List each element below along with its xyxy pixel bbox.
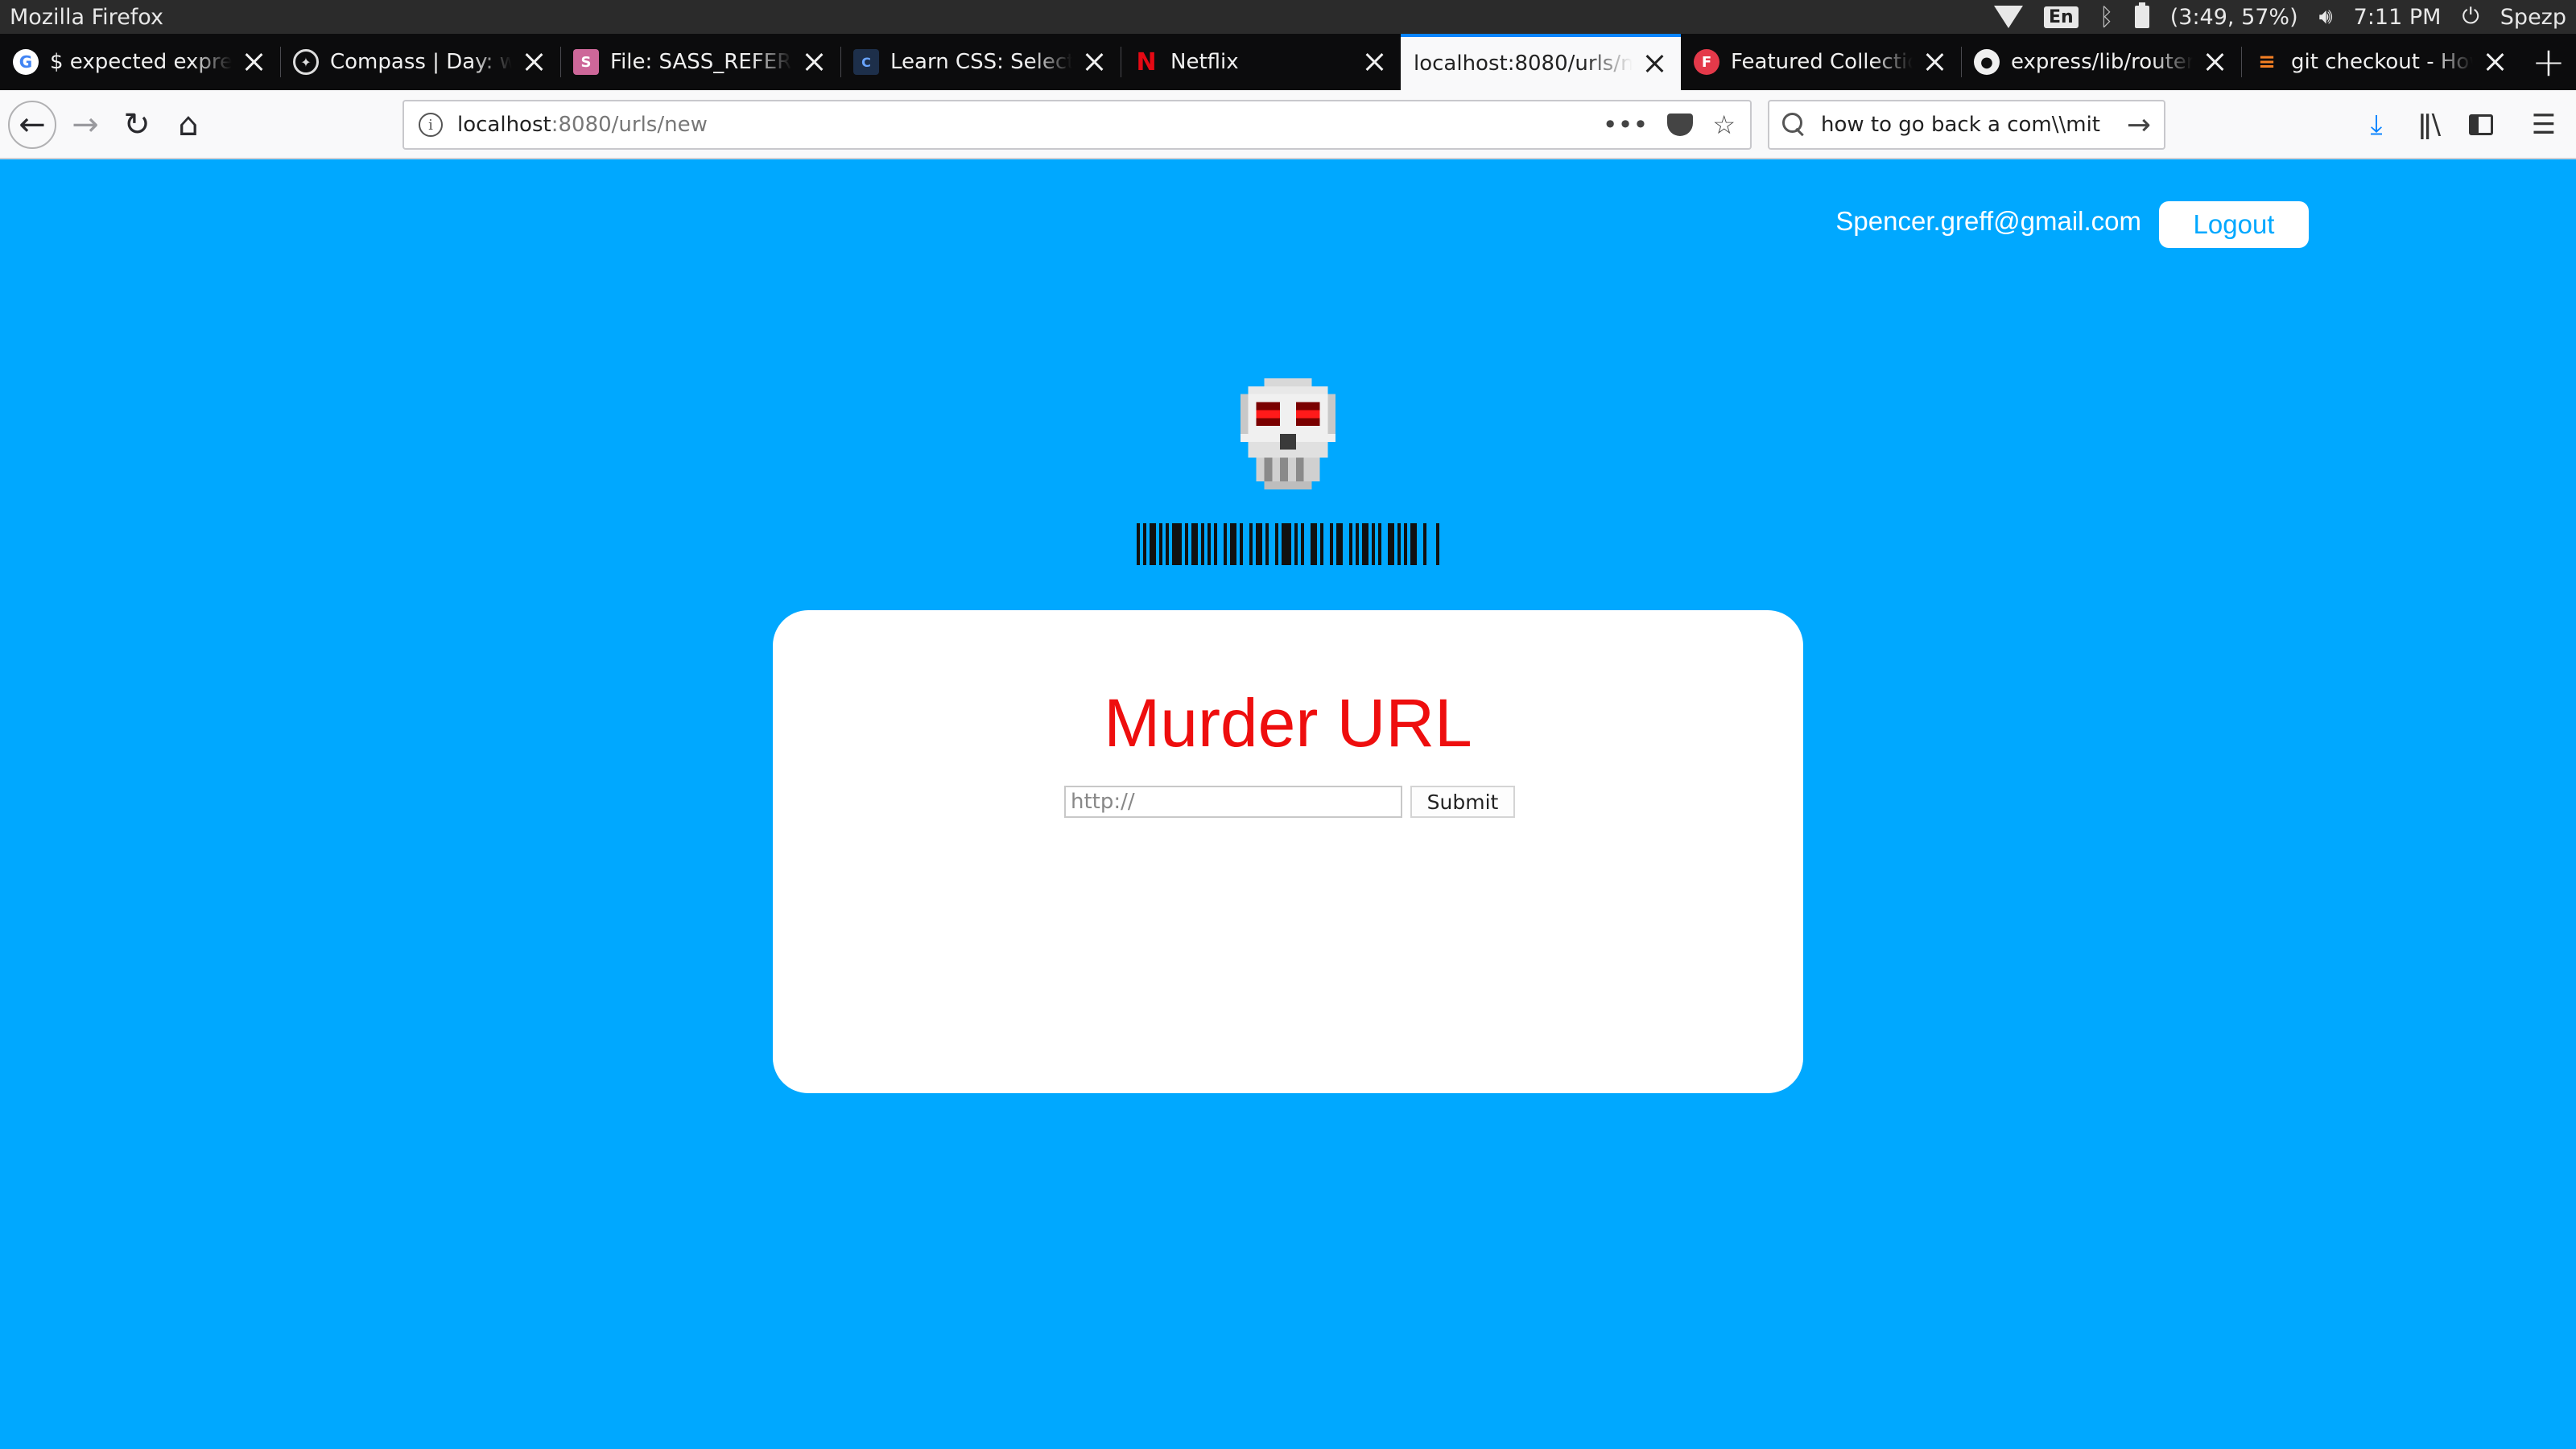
power-icon[interactable]: ⏻ xyxy=(2462,4,2479,30)
new-tab-button[interactable]: + xyxy=(2521,34,2576,90)
volume-icon[interactable]: 🔊︎ xyxy=(2319,4,2333,30)
sass-icon: S xyxy=(573,49,599,75)
search-go-arrow-icon[interactable]: → xyxy=(2127,109,2151,142)
tab-expected-express[interactable]: G $ expected express xyxy=(0,34,280,90)
barcode-graphic xyxy=(1137,523,1439,565)
netflix-icon: N xyxy=(1136,47,1157,76)
page-actions-menu-icon[interactable]: ••• xyxy=(1603,109,1649,140)
tab-featured-collection[interactable]: F Featured Collection xyxy=(1681,34,1961,90)
google-icon: G xyxy=(13,49,39,75)
battery-status: (3:49, 57%) xyxy=(2169,4,2298,30)
sidebar-icon xyxy=(2469,114,2493,135)
user-email: Spencer.greff@gmail.com xyxy=(1835,206,2141,236)
close-icon[interactable] xyxy=(2483,49,2508,75)
session-user[interactable]: Spezp xyxy=(2500,5,2566,30)
url-form-card: Murder URL Submit xyxy=(773,610,1803,1093)
hamburger-menu-icon: ☰ xyxy=(2531,109,2557,141)
tab-title: Compass | Day: w02 xyxy=(330,50,512,74)
tab-title: $ expected express xyxy=(50,50,232,74)
bookmark-star-icon[interactable]: ☆ xyxy=(1712,109,1736,140)
close-icon[interactable] xyxy=(1922,49,1948,75)
stackoverflow-icon: ≡ xyxy=(2258,50,2276,74)
wifi-icon[interactable] xyxy=(1994,6,2024,28)
logout-button[interactable]: Logout xyxy=(2159,201,2309,248)
tab-title: File: SASS_REFEREN xyxy=(610,50,792,74)
tab-title: express/lib/router/ xyxy=(2011,50,2193,74)
submit-button[interactable]: Submit xyxy=(1410,786,1515,818)
search-icon xyxy=(1782,113,1806,137)
tab-compass[interactable]: ✦ Compass | Day: w02 xyxy=(280,34,560,90)
tab-localhost-urls-new[interactable]: localhost:8080/urls/new xyxy=(1401,34,1681,90)
codecademy-icon: C xyxy=(853,49,879,75)
keyboard-layout-indicator[interactable]: En xyxy=(2044,6,2079,28)
site-info-icon[interactable]: i xyxy=(419,113,443,137)
page-title: Murder URL xyxy=(1104,685,1472,761)
search-bar[interactable]: how to go back a com\\mit → xyxy=(1768,100,2165,150)
new-url-form: Submit xyxy=(1064,786,1515,818)
skull-logo xyxy=(1240,378,1336,489)
github-icon: ● xyxy=(1974,49,2000,75)
navigation-toolbar: ← → ↻ ⌂ i localhost:8080/urls/new ••• ☆ … xyxy=(0,90,2576,159)
clock[interactable]: 7:11 PM xyxy=(2354,5,2442,30)
url-path: :8080/urls/new xyxy=(551,113,708,137)
close-icon[interactable] xyxy=(1642,51,1668,76)
page-content: Spencer.greff@gmail.com Logout Murder UR… xyxy=(0,159,2576,1449)
back-arrow-icon: ← xyxy=(19,106,46,143)
page-actions: ••• ☆ xyxy=(1603,109,1736,140)
tab-strip: G $ expected express ✦ Compass | Day: w0… xyxy=(0,34,2576,90)
forward-button[interactable]: → xyxy=(61,101,109,149)
featured-icon: F xyxy=(1694,49,1719,75)
tab-title: Netflix xyxy=(1170,50,1239,74)
compass-icon: ✦ xyxy=(293,49,319,75)
long-url-input[interactable] xyxy=(1064,786,1402,818)
tab-git-checkout[interactable]: ≡ git checkout - How t xyxy=(2241,34,2521,90)
battery-icon[interactable] xyxy=(2134,2,2149,28)
reload-icon: ↻ xyxy=(123,106,151,143)
library-icon: ǁ\ xyxy=(2417,109,2442,141)
home-icon: ⌂ xyxy=(178,106,199,143)
tab-sass-reference[interactable]: S File: SASS_REFEREN xyxy=(560,34,840,90)
tab-netflix[interactable]: N Netflix xyxy=(1121,34,1401,90)
tab-title: Learn CSS: Selector xyxy=(890,50,1072,74)
forward-arrow-icon: → xyxy=(72,106,99,143)
search-query: how to go back a com\\mit xyxy=(1821,113,2101,137)
url-host: localhost xyxy=(457,113,551,137)
menu-button[interactable]: ☰ xyxy=(2521,101,2566,149)
tab-express-router[interactable]: ● express/lib/router/ xyxy=(1961,34,2241,90)
close-icon[interactable] xyxy=(1082,49,1108,75)
close-icon[interactable] xyxy=(522,49,547,75)
tab-title: Featured Collection xyxy=(1731,50,1913,74)
pocket-icon[interactable] xyxy=(1667,114,1694,136)
download-icon: ⤓ xyxy=(2370,109,2383,141)
tab-title: localhost:8080/urls/new xyxy=(1414,52,1633,76)
window-title: Mozilla Firefox xyxy=(10,4,163,30)
tab-title: git checkout - How t xyxy=(2291,50,2473,74)
close-icon[interactable] xyxy=(1362,49,1388,75)
home-button[interactable]: ⌂ xyxy=(164,101,213,149)
address-bar[interactable]: i localhost:8080/urls/new ••• ☆ xyxy=(402,100,1752,150)
back-button[interactable]: ← xyxy=(8,101,56,149)
tab-learn-css[interactable]: C Learn CSS: Selector xyxy=(840,34,1121,90)
os-top-bar: Mozilla Firefox En ᛒ (3:49, 57%) 🔊︎ 7:11… xyxy=(0,0,2576,34)
library-button[interactable]: ǁ\ xyxy=(2407,101,2452,149)
system-tray: En ᛒ (3:49, 57%) 🔊︎ 7:11 PM ⏻ Spezp xyxy=(1994,0,2566,34)
downloads-button[interactable]: ⤓ xyxy=(2354,101,2399,149)
sidebar-button[interactable] xyxy=(2458,101,2504,149)
close-icon[interactable] xyxy=(242,49,267,75)
close-icon[interactable] xyxy=(2202,49,2228,75)
bluetooth-icon[interactable]: ᛒ xyxy=(2099,3,2114,31)
reload-button[interactable]: ↻ xyxy=(113,101,161,149)
close-icon[interactable] xyxy=(802,49,828,75)
